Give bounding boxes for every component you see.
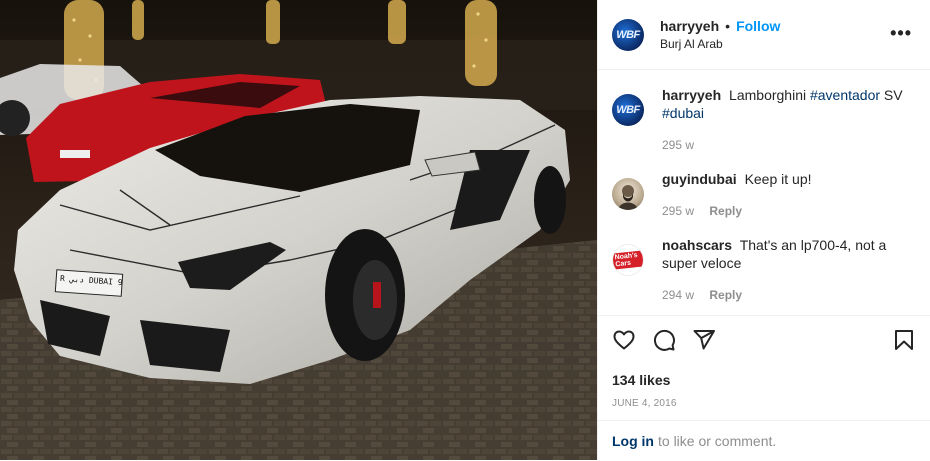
hashtag-link[interactable]: #aventador <box>810 87 880 103</box>
comment-body: noahscars That's an lp700-4, not a super… <box>662 236 912 304</box>
comment-meta: 295 w <box>662 136 912 154</box>
comment-meta: 295 w Reply <box>662 202 912 220</box>
reply-button[interactable]: Reply <box>709 204 742 218</box>
location-link[interactable]: Burj Al Arab <box>660 35 780 53</box>
actions-section: 134 likes JUNE 4, 2016 Log in to like or… <box>598 315 930 461</box>
comment-item: guyindubai Keep it up! 295 w Reply <box>612 170 916 220</box>
post-sidebar: WBF harryyeh • Follow Burj Al Arab ••• WBF… <box>597 0 930 460</box>
login-link[interactable]: Log in <box>612 433 654 449</box>
comment-text: Lamborghini <box>729 87 810 103</box>
comment-username[interactable]: noahscars <box>662 237 732 253</box>
comment-time[interactable]: 294 w <box>662 288 694 302</box>
commenter-avatar[interactable]: Noah's Cars <box>612 244 644 276</box>
comment-text: Keep it up! <box>744 171 812 187</box>
noahs-cars-logo-icon: Noah's Cars <box>613 250 643 270</box>
author-avatar[interactable]: WBF <box>612 18 644 51</box>
comments-list[interactable]: WBF harryyeh Lamborghini #aventador SV #… <box>598 70 930 315</box>
caption-comment: WBF harryyeh Lamborghini #aventador SV #… <box>612 86 916 154</box>
post-header: WBF harryyeh • Follow Burj Al Arab ••• <box>598 0 930 70</box>
comment-username[interactable]: guyindubai <box>662 171 737 187</box>
car-photo-illustration <box>0 0 597 460</box>
commenter-avatar[interactable] <box>612 178 644 210</box>
comment-body: guyindubai Keep it up! 295 w Reply <box>662 170 912 220</box>
action-bar <box>598 316 930 352</box>
commenter-avatar[interactable]: WBF <box>612 94 644 126</box>
comment-item: Noah's Cars noahscars That's an lp700-4,… <box>612 236 916 304</box>
bookmark-icon[interactable] <box>892 328 916 352</box>
author-username[interactable]: harryyeh <box>660 18 719 34</box>
comment-time[interactable]: 295 w <box>662 204 694 218</box>
likes-count[interactable]: 134 likes <box>598 352 930 388</box>
share-icon[interactable] <box>692 328 716 352</box>
hashtag-link[interactable]: #dubai <box>662 105 704 121</box>
follow-button[interactable]: Follow <box>736 18 780 34</box>
heart-icon[interactable] <box>612 328 636 352</box>
reply-button[interactable]: Reply <box>709 288 742 302</box>
login-prompt-text: to like or comment. <box>658 433 777 449</box>
more-options-icon[interactable]: ••• <box>890 24 912 42</box>
user-photo-icon <box>618 185 638 210</box>
avatar-logo-text: WBF <box>616 28 640 41</box>
separator-dot: • <box>725 17 731 34</box>
comment-time[interactable]: 295 w <box>662 138 694 152</box>
comment-meta: 294 w Reply <box>662 286 912 304</box>
login-prompt: Log in to like or comment. <box>598 420 930 461</box>
avatar-logo-text: WBF <box>616 104 640 116</box>
post-container: R دبي DUBAI 99411 WBF harryyeh • Follow Bu… <box>0 0 930 460</box>
comment-body: harryyeh Lamborghini #aventador SV #duba… <box>662 86 912 154</box>
post-date[interactable]: JUNE 4, 2016 <box>598 388 930 409</box>
author-info: harryyeh • Follow Burj Al Arab <box>660 17 780 53</box>
comment-icon[interactable] <box>652 328 676 352</box>
post-photo[interactable]: R دبي DUBAI 99411 <box>0 0 597 460</box>
comment-username[interactable]: harryyeh <box>662 87 721 103</box>
comment-text: SV <box>880 87 903 103</box>
